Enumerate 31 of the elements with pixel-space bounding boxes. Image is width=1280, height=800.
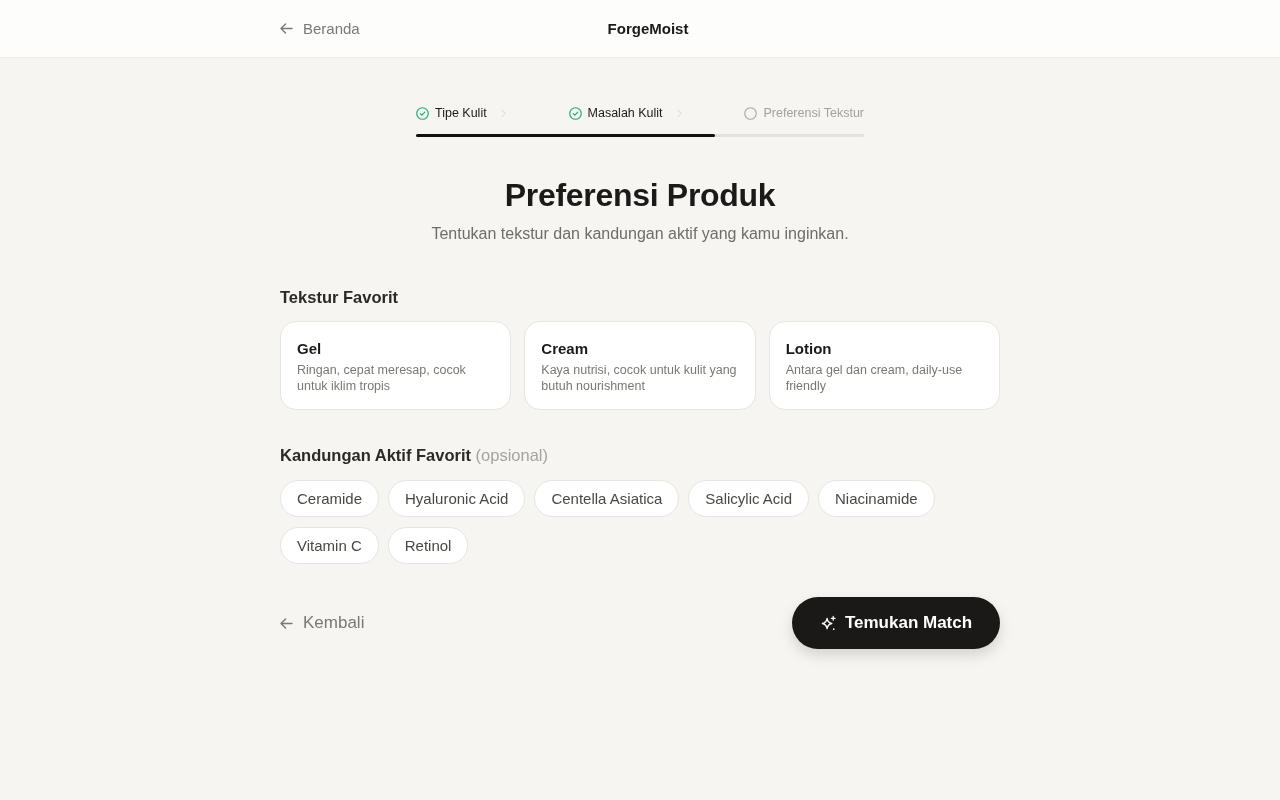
ingredient-chip[interactable]: Centella Asiatica bbox=[534, 480, 680, 517]
option-description: Antara gel dan cream, daily-use friendly bbox=[785, 362, 964, 394]
brand-title: ForgeMoist bbox=[607, 20, 689, 37]
texture-option-card[interactable]: Cream Kaya nutrisi, cocok untuk kulit yang butuh nourishment bbox=[524, 321, 756, 410]
ingredient-chip[interactable]: Hyaluronic Acid bbox=[388, 480, 526, 517]
section-label: Kandungan Aktif Favorit bbox=[280, 446, 471, 464]
ingredient-chip[interactable]: Retinol bbox=[387, 527, 469, 564]
ingredient-chip[interactable]: Salicylic Acid bbox=[688, 480, 810, 517]
page-title: Preferensi Produk bbox=[503, 176, 777, 214]
option-name: Cream bbox=[541, 340, 589, 358]
page-subtitle: Tentukan tekstur dan kandungan aktif yang kamu inginkan. bbox=[430, 224, 850, 244]
sparkle-icon bbox=[819, 614, 837, 632]
ingredient-chip[interactable]: Niacinamide bbox=[818, 480, 935, 517]
step-label: Tipe Kulit bbox=[435, 106, 487, 120]
texture-option-card[interactable]: Gel Ringan, cepat meresap, cocok untuk iklim tropis bbox=[280, 321, 512, 410]
ingredient-chip[interactable]: Vitamin C bbox=[280, 527, 379, 564]
option-name: Gel bbox=[297, 340, 322, 358]
option-name: Lotion bbox=[785, 340, 832, 358]
find-match-button[interactable]: Temukan Match bbox=[792, 597, 1000, 649]
texture-option-card[interactable]: Lotion Antara gel dan cream, daily-use friendly bbox=[768, 321, 1000, 410]
step-label: Preferensi Tekstur bbox=[763, 106, 864, 120]
back-arrow-icon bbox=[280, 23, 293, 34]
home-link[interactable]: Beranda bbox=[280, 20, 360, 37]
step-label: Masalah Kulit bbox=[587, 106, 663, 120]
back-arrow-icon bbox=[280, 617, 293, 629]
option-description: Ringan, cepat meresap, cocok untuk iklim tropis bbox=[297, 362, 467, 394]
ingredient-chip[interactable]: Ceramide bbox=[280, 480, 380, 517]
back-link[interactable]: Kembali bbox=[280, 613, 365, 633]
option-description: Kaya nutrisi, cocok untuk kulit yang butuh nourishment bbox=[541, 362, 738, 394]
optional-note: (opsional) bbox=[475, 446, 549, 464]
section-label: Tekstur Favorit bbox=[280, 287, 399, 307]
